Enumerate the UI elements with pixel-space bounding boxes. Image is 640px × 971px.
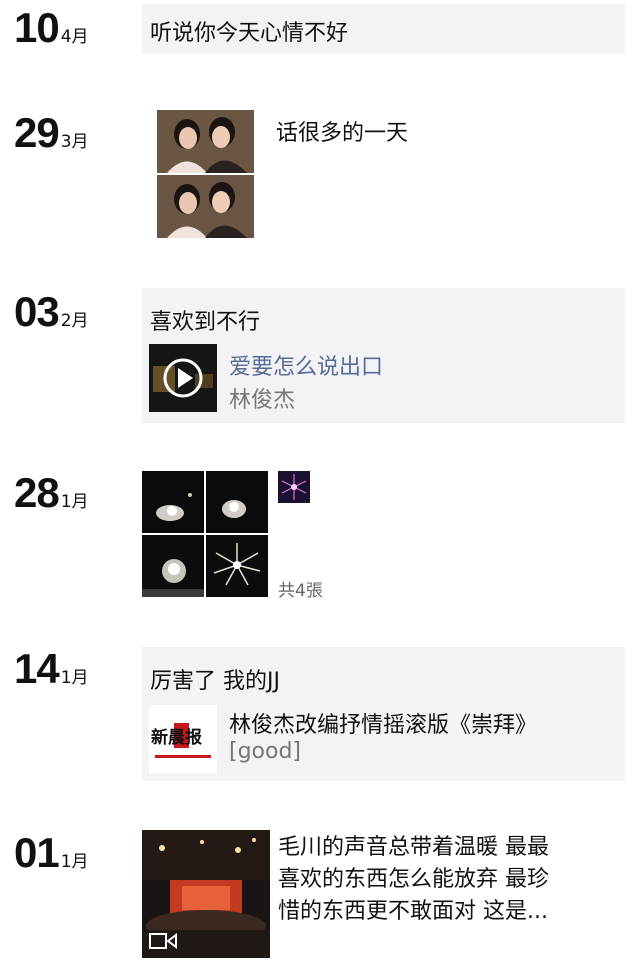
shared-song[interactable]: 爱要怎么说出口 林俊杰	[149, 344, 619, 413]
post-text: 话很多的一天	[276, 121, 409, 146]
article-title: 林俊杰改编抒情摇滚版《崇拜》	[229, 713, 538, 738]
entry-month: 2月	[60, 311, 89, 331]
song-title: 爱要怎么说出口	[229, 355, 384, 380]
entry-month: 4月	[60, 27, 89, 47]
post-text-line: 毛川的声音总带着温暖 最最	[278, 835, 549, 860]
article-cover: 新晨报	[149, 705, 217, 773]
song-cover	[149, 344, 217, 412]
entry-date: 29 3月	[14, 112, 89, 154]
entry-date: 10 4月	[14, 7, 89, 49]
photo-grid[interactable]	[142, 471, 270, 599]
shared-article[interactable]: 新晨报 林俊杰改编抒情摇滚版《崇拜》 [good]	[149, 705, 619, 773]
entry-day: 29	[14, 109, 60, 156]
link-share-card[interactable]: 厉害了 我的JJ 新晨报 林俊杰改编抒情摇滚版《崇拜》 [good]	[142, 647, 625, 781]
timeline-entry: 28 1月 共4張	[0, 462, 640, 617]
entry-day: 01	[14, 829, 60, 876]
photo-thumbnail[interactable]	[157, 110, 254, 238]
post-text: 听说你今天心情不好	[150, 21, 349, 46]
entry-month: 1月	[60, 492, 89, 512]
entry-month: 1月	[60, 852, 89, 872]
post-text-line: 惜的东西更不敢面对 这是...	[278, 899, 548, 924]
post-text-block: 毛川的声音总带着温暖 最最 喜欢的东西怎么能放弃 最珍 惜的东西更不敢面对 这是…	[278, 832, 618, 928]
news-logo: 新晨报	[151, 723, 215, 753]
entry-day: 14	[14, 645, 60, 692]
entry-date: 03 2月	[14, 291, 89, 333]
photo-thumbnail[interactable]	[206, 471, 268, 533]
entry-date: 01 1月	[14, 832, 89, 874]
timeline-entry: 01 1月 毛川的声音总带着温暖 最最 喜欢的东西怎么能放弃 最珍 惜的东西更不敢…	[0, 820, 640, 971]
timeline-entry: 03 2月 喜欢到不行 爱要怎么说出口 林俊杰	[0, 283, 640, 433]
music-share-card[interactable]: 喜欢到不行 爱要怎么说出口 林俊杰	[142, 288, 625, 423]
photo-thumbnail[interactable]	[142, 535, 204, 597]
text-post-card[interactable]: 听说你今天心情不好	[142, 4, 625, 54]
photo-thumbnail[interactable]	[142, 471, 204, 533]
article-subtitle: [good]	[229, 739, 302, 764]
post-text: 厉害了 我的JJ	[150, 669, 280, 694]
timeline-entry: 10 4月 听说你今天心情不好	[0, 0, 640, 80]
entry-date: 28 1月	[14, 472, 89, 514]
entry-day: 28	[14, 469, 60, 516]
timeline-entry: 14 1月 厉害了 我的JJ 新晨报 林俊杰改编抒情摇滚版《崇拜》 [good]	[0, 642, 640, 792]
photo-thumbnail[interactable]	[206, 535, 268, 597]
entry-day: 03	[14, 288, 60, 335]
song-artist: 林俊杰	[229, 388, 296, 413]
entry-date: 14 1月	[14, 648, 89, 690]
photo-count: 共4張	[278, 581, 323, 601]
video-thumbnail[interactable]	[142, 830, 270, 958]
entry-day: 10	[14, 4, 60, 51]
entry-month: 3月	[60, 132, 89, 152]
post-text-line: 喜欢的东西怎么能放弃 最珍	[278, 867, 549, 892]
post-text: 喜欢到不行	[150, 310, 261, 335]
photo-thumbnail[interactable]	[278, 471, 310, 503]
entry-month: 1月	[60, 668, 89, 688]
timeline-entry: 29 3月 话很多的一天	[0, 100, 640, 260]
